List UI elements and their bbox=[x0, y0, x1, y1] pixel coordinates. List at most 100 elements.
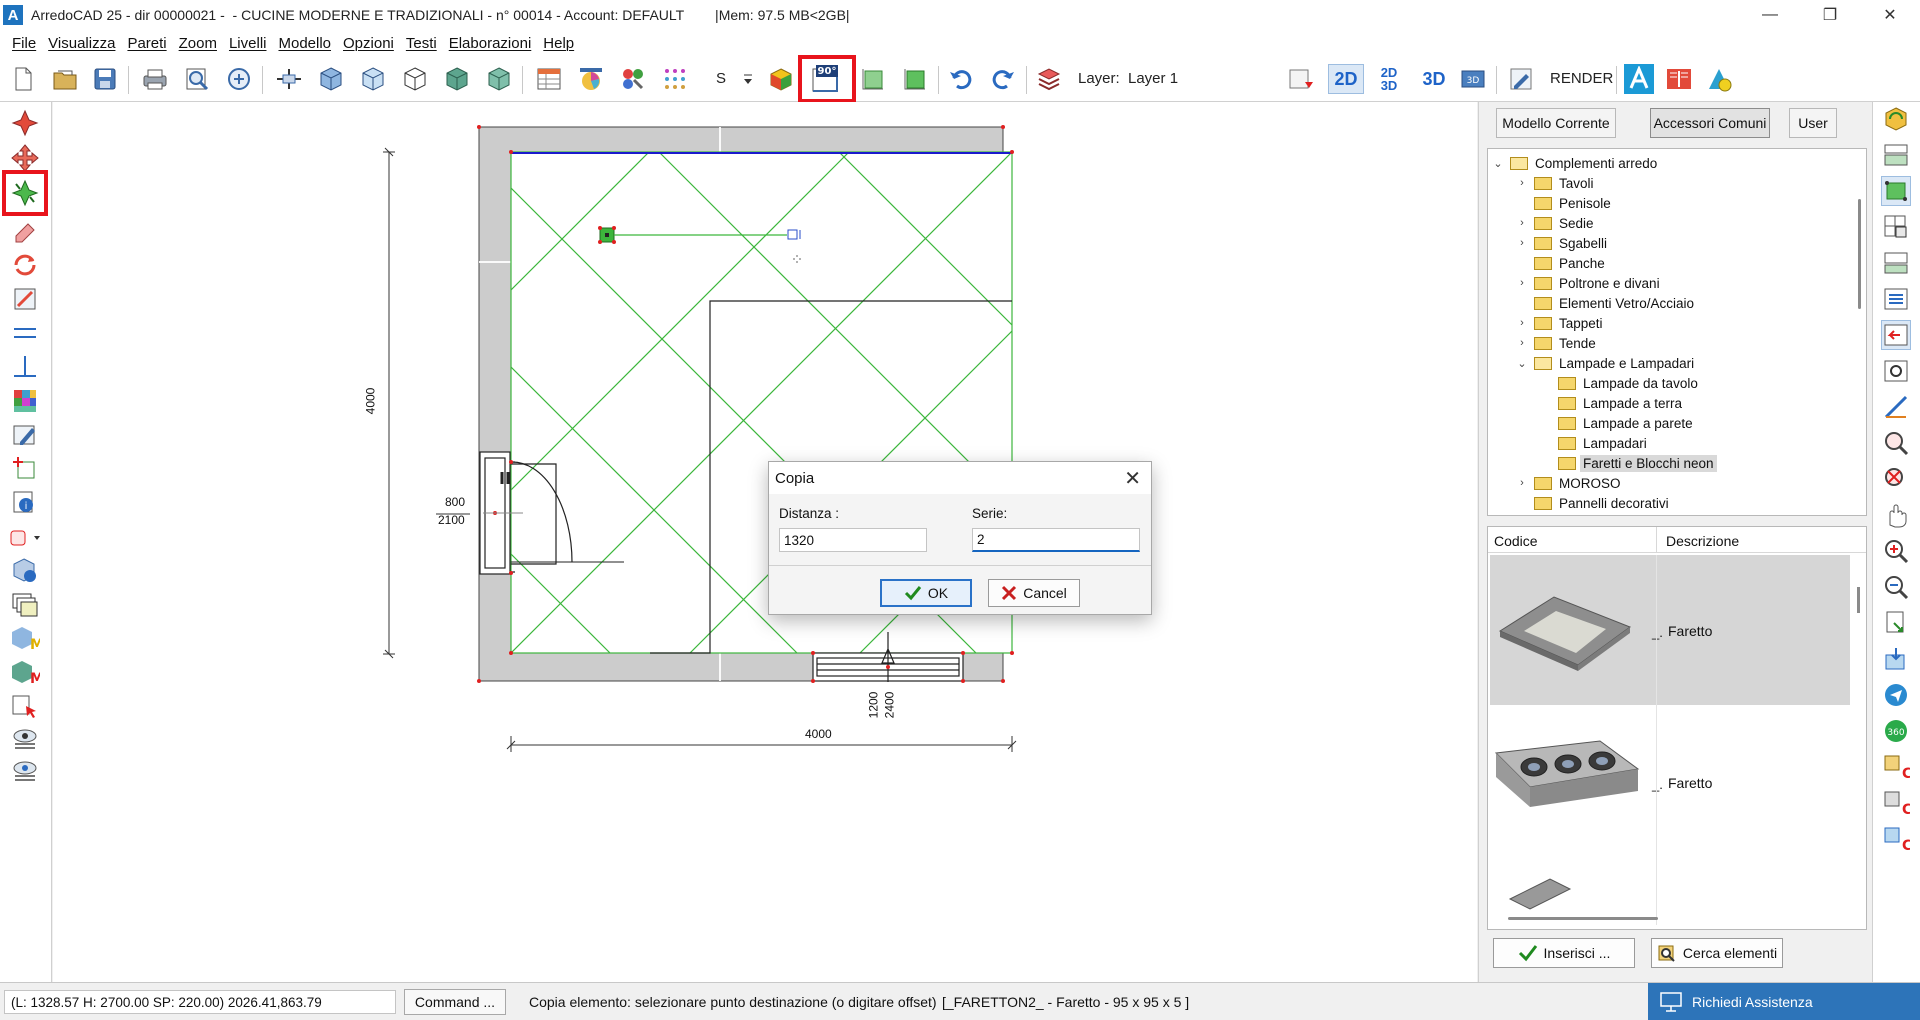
import-icon[interactable] bbox=[1881, 644, 1911, 674]
menu-modello[interactable]: Modello bbox=[272, 35, 337, 52]
close-window-button[interactable]: ✕ bbox=[1860, 0, 1920, 30]
rotate-icon[interactable] bbox=[8, 248, 42, 282]
print-icon[interactable] bbox=[140, 64, 170, 94]
render-label[interactable]: RENDER bbox=[1550, 70, 1613, 87]
help-a-icon[interactable] bbox=[1704, 64, 1734, 94]
green-area-icon[interactable] bbox=[1881, 176, 1911, 206]
list-vscroll-thumb[interactable] bbox=[1857, 587, 1860, 613]
tree-item[interactable]: › Tende bbox=[1516, 333, 1599, 353]
list-view-icon[interactable] bbox=[1881, 284, 1911, 314]
dialog-close-icon[interactable]: ✕ bbox=[1124, 466, 1141, 491]
m-red-icon[interactable]: M bbox=[8, 656, 42, 690]
tree-item[interactable]: › Tappeti bbox=[1516, 313, 1606, 333]
expand-chevron-icon[interactable]: › bbox=[1516, 217, 1528, 229]
stack-icon[interactable] bbox=[8, 588, 42, 622]
cube-color-icon[interactable] bbox=[766, 64, 796, 94]
tree-item[interactable]: › Sedie bbox=[1516, 213, 1597, 233]
collapse-chevron-icon[interactable]: ⌄ bbox=[1516, 357, 1528, 370]
tree-item[interactable]: Penisole bbox=[1516, 193, 1614, 213]
dropdown-arrow-icon[interactable] bbox=[740, 64, 756, 94]
insert-button[interactable]: Inserisci ... bbox=[1493, 938, 1635, 968]
info-icon[interactable]: i bbox=[8, 486, 42, 520]
box-green-icon[interactable] bbox=[442, 64, 472, 94]
tab-accessori-comuni[interactable]: Accessori Comuni bbox=[1650, 108, 1770, 138]
collapse-chevron-icon[interactable]: ⌄ bbox=[1492, 157, 1504, 170]
tree-item[interactable]: Lampade a terra bbox=[1540, 393, 1685, 413]
tree-item[interactable]: Elementi Vetro/Acciaio bbox=[1516, 293, 1697, 313]
layer-manager-icon[interactable] bbox=[1034, 64, 1064, 94]
plot-icon[interactable] bbox=[224, 64, 254, 94]
catalog-c-icon[interactable]: C bbox=[1881, 752, 1911, 782]
tree-item[interactable]: › Poltrone e divani bbox=[1516, 273, 1663, 293]
undo-icon[interactable] bbox=[946, 64, 976, 94]
rotate-90-button[interactable]: 90° bbox=[798, 55, 856, 103]
list-item[interactable]: _. Faretto bbox=[1490, 555, 1850, 705]
print-preview-icon[interactable] bbox=[182, 64, 212, 94]
erase-icon[interactable] bbox=[8, 214, 42, 248]
copy-element-button[interactable] bbox=[2, 170, 48, 216]
save-icon[interactable] bbox=[90, 64, 120, 94]
eye-view-icon[interactable] bbox=[8, 754, 42, 788]
wall-section-icon[interactable] bbox=[274, 64, 304, 94]
layer-color-icon[interactable] bbox=[1286, 64, 1316, 94]
menu-help[interactable]: Help bbox=[537, 35, 580, 52]
cancel-button[interactable]: Cancel bbox=[988, 579, 1080, 607]
layout-top-icon[interactable] bbox=[1881, 140, 1911, 170]
catalog-c-3-icon[interactable]: C bbox=[1881, 824, 1911, 854]
search-elements-button[interactable]: Cerca elementi bbox=[1651, 938, 1783, 968]
series-input[interactable] bbox=[972, 528, 1140, 552]
select-icon[interactable] bbox=[8, 106, 42, 140]
measure-icon[interactable] bbox=[1881, 392, 1911, 422]
box-wireframe-icon[interactable] bbox=[400, 64, 430, 94]
distance-input[interactable] bbox=[779, 528, 927, 552]
box-green-2-icon[interactable] bbox=[484, 64, 514, 94]
send-icon[interactable] bbox=[1881, 680, 1911, 710]
layer-value[interactable]: Layer 1 bbox=[1128, 70, 1178, 87]
area-green-2-icon[interactable] bbox=[900, 64, 930, 94]
view-3d-button[interactable]: 3D bbox=[1416, 64, 1452, 94]
render-settings-icon[interactable] bbox=[1506, 64, 1536, 94]
view-360-icon[interactable]: 360 bbox=[1881, 716, 1911, 746]
redo-icon[interactable] bbox=[988, 64, 1018, 94]
command-button[interactable]: Command ... bbox=[404, 989, 506, 1015]
layout-bottom-icon[interactable] bbox=[1881, 248, 1911, 278]
menu-livelli[interactable]: Livelli bbox=[223, 35, 273, 52]
mirror-icon[interactable] bbox=[8, 282, 42, 316]
tree-item[interactable]: ⌄ Lampade e Lampadari bbox=[1516, 353, 1697, 373]
snap-s-label[interactable]: S bbox=[716, 70, 726, 87]
tree-item[interactable]: Lampade a parete bbox=[1540, 413, 1696, 433]
tab-modello-corrente[interactable]: Modello Corrente bbox=[1496, 108, 1616, 138]
pan-hand-icon[interactable] bbox=[1881, 500, 1911, 530]
menu-pareti[interactable]: Pareti bbox=[121, 35, 172, 52]
minimize-button[interactable]: — bbox=[1740, 0, 1800, 30]
view-3d-box-icon[interactable]: 3D bbox=[1458, 64, 1488, 94]
box-solid-icon[interactable] bbox=[316, 64, 346, 94]
new-file-icon[interactable] bbox=[8, 64, 38, 94]
tab-user[interactable]: User bbox=[1789, 108, 1837, 138]
expand-chevron-icon[interactable]: › bbox=[1516, 277, 1528, 289]
catalog-c-2-icon[interactable]: C bbox=[1881, 788, 1911, 818]
move-icon[interactable] bbox=[8, 140, 42, 174]
column-code[interactable]: Codice bbox=[1494, 533, 1538, 549]
tree-item[interactable]: Lampade da tavolo bbox=[1540, 373, 1701, 393]
list-hscroll-thumb[interactable] bbox=[1508, 917, 1658, 920]
text-a-icon[interactable] bbox=[1624, 64, 1654, 94]
expand-chevron-icon[interactable]: › bbox=[1516, 477, 1528, 489]
add-point-icon[interactable] bbox=[8, 452, 42, 486]
menu-visualizza[interactable]: Visualizza bbox=[42, 35, 121, 52]
tree-item[interactable]: Lampadari bbox=[1540, 433, 1650, 453]
materials-icon[interactable] bbox=[618, 64, 648, 94]
zoom-all-icon[interactable] bbox=[1881, 428, 1911, 458]
edit-material-icon[interactable] bbox=[8, 418, 42, 452]
zoom-in-icon[interactable] bbox=[1881, 536, 1911, 566]
zoom-extents-icon[interactable] bbox=[1881, 464, 1911, 494]
eye-layers-icon[interactable] bbox=[8, 722, 42, 756]
zoom-out-icon[interactable] bbox=[1881, 572, 1911, 602]
layer-dropdown-icon[interactable] bbox=[8, 520, 42, 554]
view-2d-button[interactable]: 2D bbox=[1328, 64, 1364, 94]
column-description[interactable]: Descrizione bbox=[1666, 533, 1739, 549]
menu-zoom[interactable]: Zoom bbox=[173, 35, 223, 52]
book-icon[interactable] bbox=[1664, 64, 1694, 94]
expand-chevron-icon[interactable]: › bbox=[1516, 237, 1528, 249]
perpendicular-icon[interactable] bbox=[8, 350, 42, 384]
